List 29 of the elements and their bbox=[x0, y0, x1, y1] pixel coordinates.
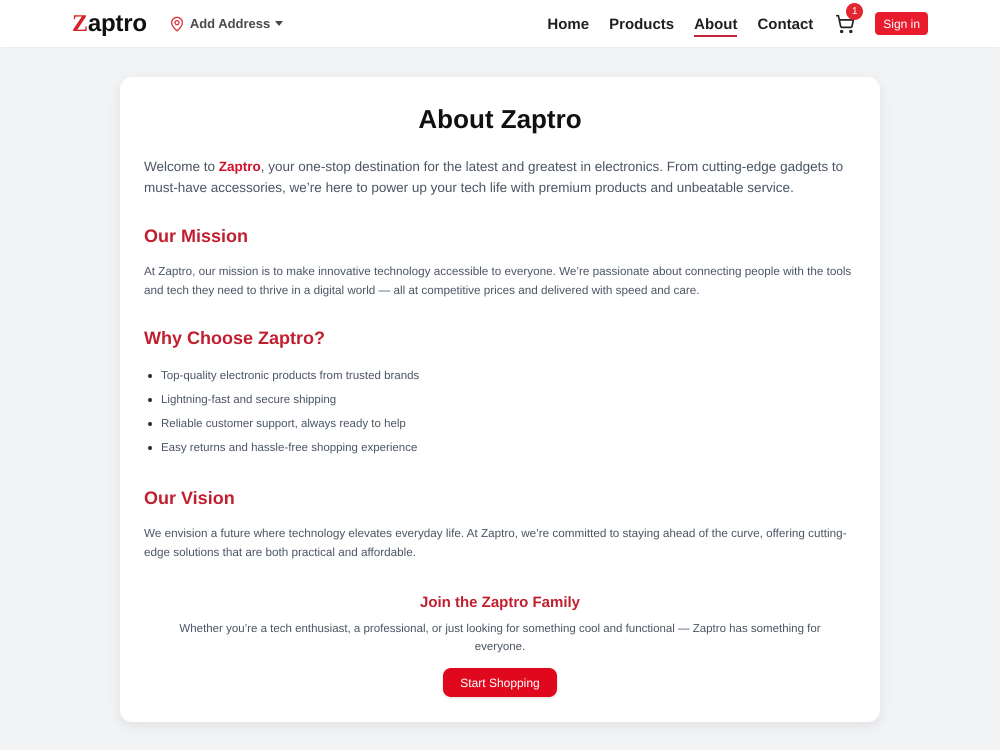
cta-heading: Join the Zaptro Family bbox=[418, 593, 582, 613]
list-item-text: Lightning-fast and secure shipping bbox=[161, 393, 336, 408]
sign-in-button[interactable]: Sign in bbox=[875, 12, 928, 35]
cta-text: Whether you’re a tech enthusiast, a professional, or just looking for something cool and functional — Zaptro has something for everyone. bbox=[178, 622, 822, 655]
bullet-icon bbox=[148, 422, 152, 426]
list-item-text: Reliable customer support, always ready to help bbox=[161, 417, 406, 432]
section-heading: Why Choose Zaptro? bbox=[144, 327, 326, 350]
page-title: About Zaptro bbox=[417, 103, 583, 136]
list-item-text: Easy returns and hassle-free shopping experience bbox=[161, 441, 418, 456]
list-item-text: Top-quality electronic products from trusted brands bbox=[161, 369, 420, 384]
start-shopping-button[interactable]: Start Shopping bbox=[443, 668, 557, 697]
intro-text: Welcome to Zaptro, your one-stop destination for the latest and greatest in electronics. From cutting-edge gadgets to must-have accessories, we’re here to power up your tech life with premium products and unbeatable service. bbox=[144, 158, 844, 197]
nav-link[interactable]: Contact bbox=[757, 10, 814, 36]
brand-logo[interactable]: Zaptro bbox=[72, 8, 147, 38]
nav-link[interactable]: Home bbox=[547, 10, 590, 36]
nav-link[interactable]: Products bbox=[609, 10, 674, 36]
section-text: We envision a future where technology elevates everyday life. At Zaptro, we’re committed to staying ahead of the curve, offering cutting-edge solutions that are both practical and affordable. bbox=[144, 526, 848, 560]
nav-link[interactable]: About bbox=[694, 10, 738, 36]
cart-count-badge: 1 bbox=[846, 2, 864, 20]
bullet-icon bbox=[148, 398, 152, 402]
add-address-button[interactable]: Add Address bbox=[168, 16, 284, 32]
section-heading: Our Vision bbox=[144, 487, 236, 510]
section-text: At Zaptro, our mission is to make innovative technology accessible to everyone. We’re passionate about connecting people with the tools and tech they need to thrive in a digital world — all at competitive prices and delivered with speed and care. bbox=[144, 264, 852, 298]
bullet-icon bbox=[148, 374, 152, 378]
cart-icon[interactable] bbox=[835, 14, 856, 34]
caret-down-icon bbox=[275, 21, 284, 26]
map-pin-icon bbox=[168, 16, 185, 32]
section-heading: Our Mission bbox=[144, 225, 250, 248]
bullet-icon bbox=[148, 446, 152, 450]
